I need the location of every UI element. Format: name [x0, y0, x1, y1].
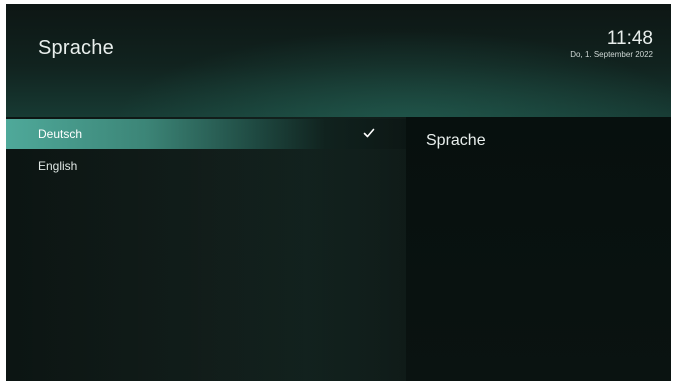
detail-panel: Sprache: [406, 117, 671, 381]
clock-date: Do, 1. September 2022: [570, 50, 653, 59]
tv-screen: Sprache 11:48 Do, 1. September 2022 Deut…: [6, 4, 671, 381]
page-title: Sprache: [38, 37, 114, 59]
check-icon: [363, 128, 375, 138]
main-content: Deutsch English Sprache: [6, 117, 671, 381]
language-list: Deutsch English: [6, 117, 406, 381]
language-option-label: English: [38, 159, 78, 173]
language-option-label: Deutsch: [38, 127, 83, 141]
clock-time: 11:48: [606, 28, 653, 49]
language-option-english[interactable]: English: [6, 151, 406, 181]
detail-title: Sprache: [426, 132, 486, 149]
language-option-deutsch[interactable]: Deutsch: [6, 119, 406, 149]
header: Sprache 11:48 Do, 1. September 2022: [6, 4, 671, 117]
